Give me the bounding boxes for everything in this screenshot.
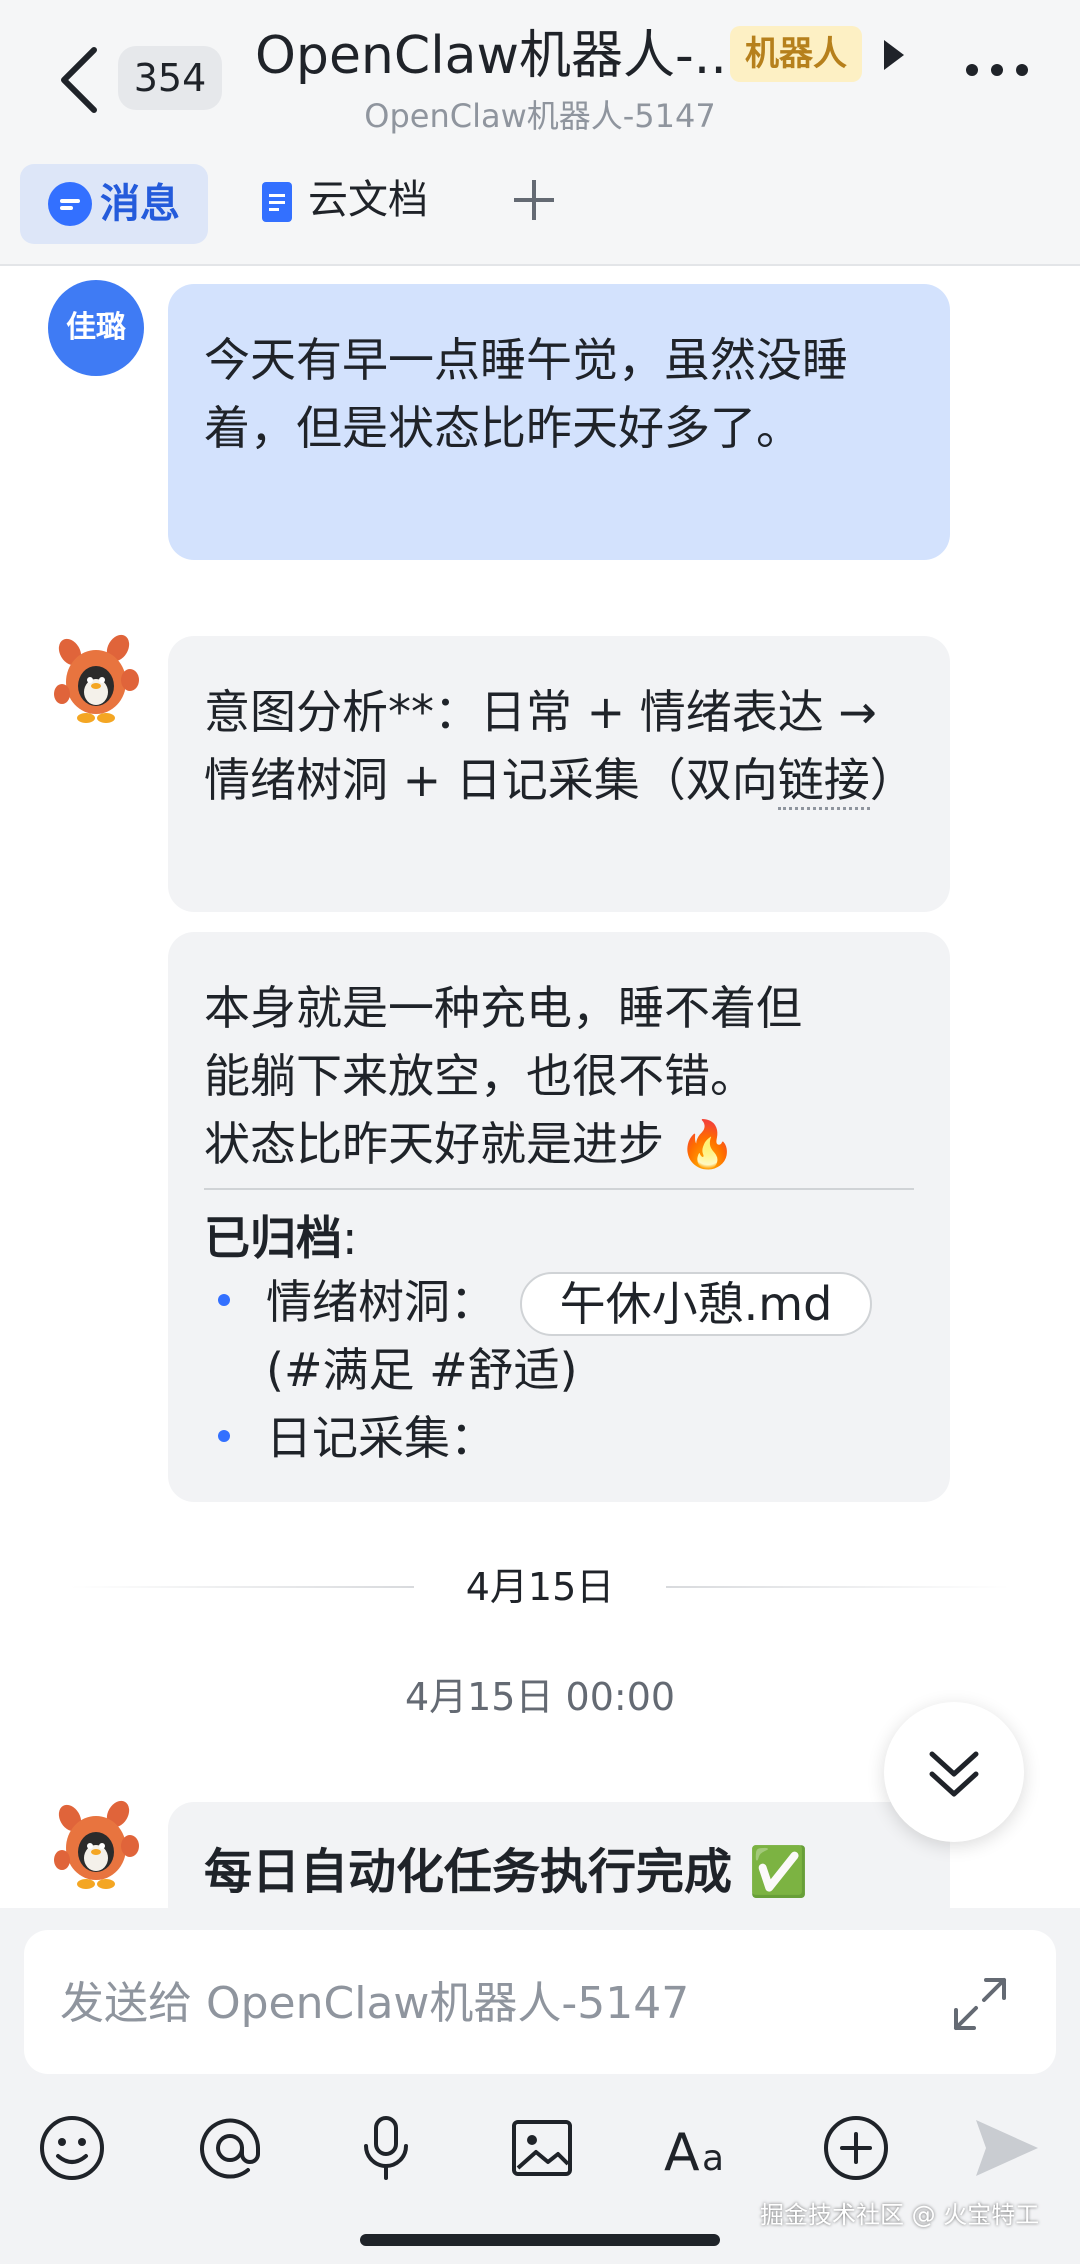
date-divider-line <box>70 1586 414 1588</box>
message-input-placeholder: 发送给 OpenClaw机器人-5147 <box>60 1978 690 2029</box>
archived-label: 已归档 <box>204 1211 342 1265</box>
chat-subtitle: OpenClaw机器人-5147 <box>364 97 716 135</box>
archive-item-label: 日记采集： <box>266 1411 496 1465</box>
chat-title[interactable]: OpenClaw机器人-... <box>255 22 743 90</box>
tab-cloud-docs[interactable]: 云文档 <box>308 174 428 226</box>
date-divider-line <box>666 1586 1010 1588</box>
bullet-dot <box>218 1294 230 1306</box>
reply-line: 状态比昨天好就是进步 🔥 <box>204 1117 736 1171</box>
intent-suffix: ） <box>869 753 916 807</box>
scroll-to-bottom-button[interactable] <box>884 1702 1024 1842</box>
plus-circle-icon[interactable] <box>816 2108 896 2188</box>
date-divider-label: 4月15日 <box>465 1565 615 1609</box>
user-message-text: 今天有早一点睡午觉，虽然没睡着，但是状态比昨天好多了。 <box>204 333 848 455</box>
user-avatar[interactable]: 佳璐 <box>48 280 144 376</box>
font-format-icon[interactable]: A a <box>660 2108 740 2188</box>
at-icon[interactable] <box>190 2108 270 2188</box>
double-chevron-down-icon <box>929 1751 979 1797</box>
archived-colon: : <box>342 1211 358 1265</box>
divider <box>204 1188 914 1190</box>
chat-header: 354 OpenClaw机器人-... 机器人 OpenClaw机器人-5147 <box>0 0 1080 160</box>
archive-item-label: 情绪树洞： <box>266 1275 496 1329</box>
bot-avatar[interactable] <box>48 1796 144 1892</box>
bot-intent-text: 意图分析**：日常 + 情绪表达 → 情绪树洞 + 日记采集（双向链接） <box>204 678 916 814</box>
bot-intent-bubble[interactable]: 意图分析**：日常 + 情绪表达 → 情绪树洞 + 日记采集（双向链接） <box>168 636 950 912</box>
tab-bar: 消息 云文档 <box>0 160 1080 266</box>
file-chip[interactable]: 午休小憩.md <box>520 1272 872 1336</box>
emoji-icon[interactable] <box>32 2108 112 2188</box>
more-options-icon[interactable] <box>962 60 1032 80</box>
user-message-bubble[interactable]: 今天有早一点睡午觉，虽然没睡着，但是状态比昨天好多了。 <box>168 284 950 560</box>
home-indicator[interactable] <box>360 2234 720 2246</box>
archive-item-tags: (#满足 #舒适) <box>266 1343 578 1397</box>
svg-text:a: a <box>702 2138 724 2179</box>
microphone-icon[interactable] <box>346 2108 426 2188</box>
message-input[interactable]: 发送给 OpenClaw机器人-5147 <box>24 1930 1056 2074</box>
add-tab-icon[interactable] <box>510 176 558 224</box>
tab-messages[interactable]: 消息 <box>20 164 208 244</box>
watermark: 掘金技术社区 @ 火宝特工 <box>760 2201 1040 2229</box>
bullet-dot <box>218 1430 230 1442</box>
task-message-text: 每日自动化任务执行完成 ✅ <box>204 1844 809 1900</box>
message-icon <box>48 182 92 226</box>
bot-badge: 机器人 <box>730 26 862 82</box>
bot-avatar[interactable] <box>48 630 144 726</box>
expand-icon[interactable] <box>950 1974 1010 2034</box>
reply-line: 本身就是一种充电，睡不着但 <box>204 981 802 1035</box>
svg-text:A: A <box>664 2123 700 2183</box>
reply-line: 能躺下来放空，也很不错。 <box>204 1049 756 1103</box>
tab-messages-label: 消息 <box>100 181 180 227</box>
archived-heading: 已归档: <box>204 1204 358 1272</box>
send-icon[interactable] <box>966 2108 1046 2188</box>
play-triangle-icon[interactable] <box>882 38 906 72</box>
intent-prefix: 意图分析**：日常 + 情绪表达 → 情绪树洞 + 日记采集（双向 <box>204 685 877 807</box>
image-icon[interactable] <box>502 2108 582 2188</box>
bot-reply-text: 本身就是一种充电，睡不着但 能躺下来放空，也很不错。 状态比昨天好就是进步 🔥 <box>204 974 916 1178</box>
intent-link-word[interactable]: 链接 <box>777 753 870 810</box>
document-icon[interactable] <box>262 182 292 222</box>
bot-reply-bubble[interactable]: 本身就是一种充电，睡不着但 能躺下来放空，也很不错。 状态比昨天好就是进步 🔥 … <box>168 932 950 1502</box>
